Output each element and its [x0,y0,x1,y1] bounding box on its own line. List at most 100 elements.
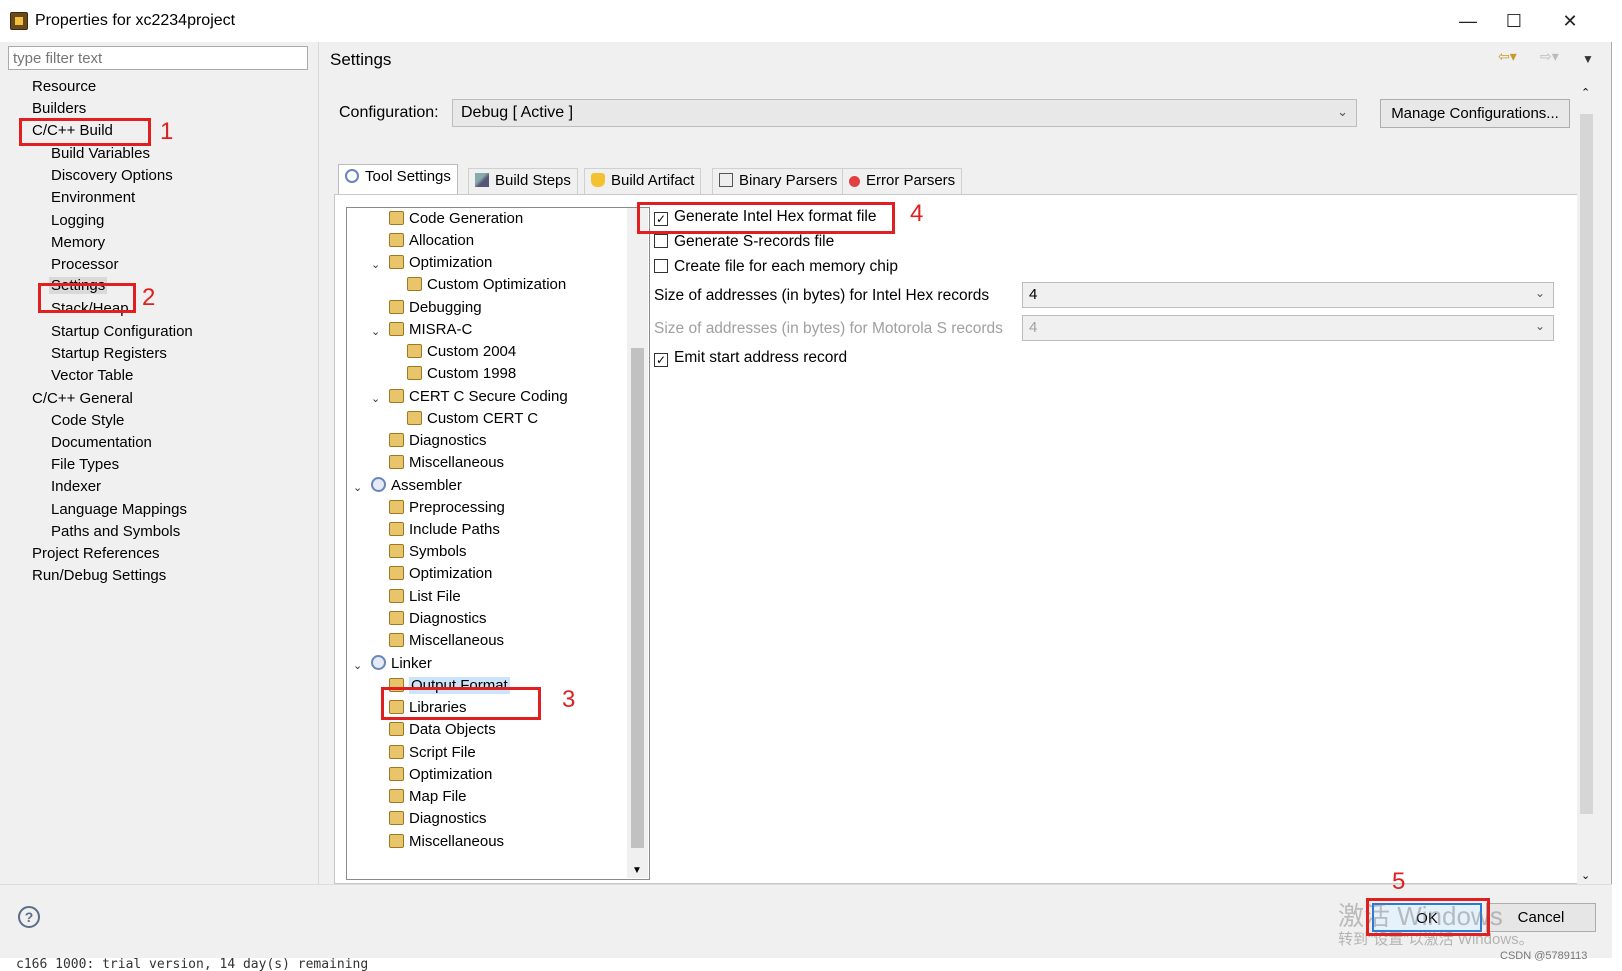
tree-label: Custom 1998 [427,365,517,382]
tree-assembler[interactable]: Assembler [371,477,462,494]
annotation-number-4: 4 [910,200,924,227]
tree-linker[interactable]: Linker [371,655,432,672]
title-bar: Properties for xc2234project — ☐ ✕ [0,0,1612,42]
background-console: c166 1000: trial version, 14 day(s) rema… [0,958,1622,971]
nav-language-mappings[interactable]: Language Mappings [51,501,187,518]
chevron-down-icon: ⌄ [1534,286,1545,300]
tree-compiler-miscellaneous[interactable]: Miscellaneous [389,454,504,471]
chevron-down-icon[interactable]: ⌄ [371,258,380,271]
tree-custom-2004[interactable]: Custom 2004 [407,343,516,360]
nav-logging[interactable]: Logging [51,212,104,229]
tree-code-generation[interactable]: Code Generation [389,210,523,227]
back-icon[interactable]: ⇦▾ [1498,48,1517,65]
tab-binary-parsers[interactable]: Binary Parsers [712,168,845,194]
tree-optimization[interactable]: Optimization [389,254,492,271]
scroll-down-icon[interactable]: ▼ [632,865,642,876]
generate-srec-checkbox[interactable]: Generate S-records file [654,233,834,251]
tree-linker-miscellaneous[interactable]: Miscellaneous [389,833,504,850]
checkbox-box[interactable] [654,259,668,273]
tree-assembler-optimization[interactable]: Optimization [389,565,492,582]
configuration-select[interactable]: Debug [ Active ] ⌄ [452,99,1357,127]
window-title: Properties for xc2234project [35,12,236,29]
scroll-thumb[interactable] [1580,114,1593,814]
file-per-chip-checkbox[interactable]: Create file for each memory chip [654,258,898,276]
nav-resource[interactable]: Resource [32,78,96,95]
folder-settings-icon [407,277,422,291]
tab-error-parsers[interactable]: Error Parsers [842,168,963,194]
manage-configurations-button[interactable]: Manage Configurations... [1380,99,1570,128]
nav-vector-table[interactable]: Vector Table [51,367,133,384]
nav-cc-general[interactable]: C/C++ General [32,390,133,407]
tab-tool-settings[interactable]: Tool Settings [338,164,458,195]
hex-address-size-select[interactable]: 4 ⌄ [1022,282,1554,308]
chevron-down-icon[interactable]: ⌄ [371,325,380,338]
tree-label: Linker [391,655,432,672]
nav-documentation[interactable]: Documentation [51,434,152,451]
tree-symbols[interactable]: Symbols [389,543,467,560]
nav-startup-registers[interactable]: Startup Registers [51,345,167,362]
annotation-box-5 [1366,898,1490,936]
tree-misra-c[interactable]: MISRA-C [389,321,472,338]
minimize-button[interactable]: — [1448,8,1488,34]
tree-custom-optimization[interactable]: Custom Optimization [407,276,566,293]
checkbox-box[interactable]: ✓ [654,353,668,367]
tree-linker-optimization[interactable]: Optimization [389,766,492,783]
nav-build-variables[interactable]: Build Variables [51,145,150,162]
chevron-down-icon[interactable]: ⌄ [371,392,380,405]
checkbox-label: Create file for each memory chip [674,258,898,275]
tree-include-paths[interactable]: Include Paths [389,521,500,538]
nav-builders[interactable]: Builders [32,100,86,117]
chevron-down-icon[interactable]: ⌄ [353,481,362,494]
nav-file-types[interactable]: File Types [51,456,119,473]
chevron-down-icon[interactable]: ⌄ [353,659,362,672]
tree-data-objects[interactable]: Data Objects [389,721,496,738]
chevron-down-icon: ⌄ [1337,104,1348,119]
emit-start-address-checkbox[interactable]: ✓ Emit start address record [654,349,847,367]
nav-run-debug-settings[interactable]: Run/Debug Settings [32,567,166,584]
tree-assembler-diagnostics[interactable]: Diagnostics [389,610,487,627]
tab-build-artifact[interactable]: Build Artifact [584,168,702,194]
tree-preprocessing[interactable]: Preprocessing [389,499,505,516]
tree-script-file[interactable]: Script File [389,744,476,761]
folder-settings-icon [389,789,404,803]
tree-debugging[interactable]: Debugging [389,299,482,316]
help-icon[interactable]: ? [18,906,40,928]
maximize-button[interactable]: ☐ [1494,8,1534,34]
tab-label: Error Parsers [866,172,956,189]
tree-assembler-miscellaneous[interactable]: Miscellaneous [389,632,504,649]
nav-paths-and-symbols[interactable]: Paths and Symbols [51,523,180,540]
nav-processor[interactable]: Processor [51,256,119,273]
nav-project-references[interactable]: Project References [32,545,160,562]
tree-map-file[interactable]: Map File [389,788,467,805]
scroll-down-icon[interactable]: ⌄ [1581,869,1590,882]
select-value: 4 [1029,286,1038,303]
tree-custom-1998[interactable]: Custom 1998 [407,365,516,382]
annotation-number-1: 1 [160,118,174,145]
forward-icon[interactable]: ⇨▾ [1540,48,1559,65]
annotation-number-2: 2 [142,284,156,311]
nav-discovery-options[interactable]: Discovery Options [51,167,173,184]
srec-address-size-select: 4 ⌄ [1022,315,1554,341]
property-page-tree: Resource Builders C/C++ Build Build Vari… [0,74,318,884]
pane-divider[interactable] [318,42,319,884]
nav-code-style[interactable]: Code Style [51,412,124,429]
scroll-up-icon[interactable]: ⌃ [1581,86,1590,99]
tree-list-file[interactable]: List File [389,588,461,605]
nav-memory[interactable]: Memory [51,234,105,251]
nav-environment[interactable]: Environment [51,189,135,206]
close-button[interactable]: ✕ [1550,8,1590,34]
nav-indexer[interactable]: Indexer [51,478,101,495]
tree-scrollbar[interactable]: ▼ [627,208,648,878]
tree-compiler-diagnostics[interactable]: Diagnostics [389,432,487,449]
filter-input[interactable] [8,46,308,70]
checkbox-box[interactable] [654,234,668,248]
tree-cert-c[interactable]: CERT C Secure Coding [389,388,568,405]
nav-startup-configuration[interactable]: Startup Configuration [51,323,193,340]
scroll-thumb[interactable] [631,348,644,848]
tree-custom-cert-c[interactable]: Custom CERT C [407,410,538,427]
view-menu-icon[interactable]: ▼ [1582,52,1594,66]
page-scrollbar[interactable]: ⌃ ⌄ [1577,84,1595,884]
tree-allocation[interactable]: Allocation [389,232,474,249]
tab-build-steps[interactable]: Build Steps [468,168,578,194]
tree-linker-diagnostics[interactable]: Diagnostics [389,810,487,827]
